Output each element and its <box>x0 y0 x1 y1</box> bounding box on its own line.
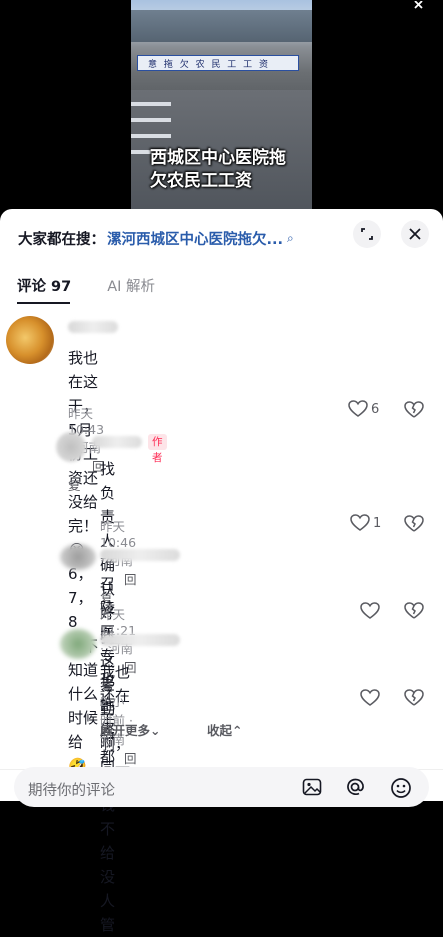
image-icon[interactable] <box>302 778 322 800</box>
broken-heart-icon <box>404 515 424 532</box>
search-icon: ⌕ <box>287 230 294 245</box>
like-button[interactable]: 1 <box>350 514 381 532</box>
close-button[interactable] <box>401 220 429 248</box>
dislike-button[interactable] <box>404 602 424 624</box>
fullscreen-button[interactable] <box>353 220 381 248</box>
like-button[interactable]: 6 <box>348 400 379 418</box>
comment-input-placeholder: 期待你的评论 <box>28 783 115 799</box>
author-badge: 作者 <box>148 434 167 464</box>
emoji-icon[interactable] <box>390 777 412 803</box>
tab-underline <box>17 302 70 304</box>
video-banner-text: 意 拖 欠 农 民 工 工 资 <box>148 60 271 70</box>
video-banner: 意 拖 欠 农 民 工 工 资 <box>137 55 299 71</box>
tab-ai-analysis[interactable]: AI 解析 <box>107 275 155 296</box>
heart-icon <box>348 400 368 417</box>
video-close-icon[interactable] <box>413 0 427 15</box>
video-caption: 西城区中心医院拖欠农民工工资 <box>150 148 286 191</box>
dislike-button[interactable] <box>404 401 424 423</box>
username-blurred[interactable] <box>100 549 180 561</box>
search-prefix: 大家都在搜： <box>18 231 105 248</box>
dislike-button[interactable] <box>404 689 424 711</box>
video-building <box>131 10 312 42</box>
comment-time: 昨天 11:21 · 河南 <box>100 607 137 656</box>
broken-heart-icon <box>404 602 424 619</box>
mention-icon[interactable] <box>345 777 365 801</box>
heart-icon <box>360 602 380 619</box>
search-query-link[interactable]: 漯河西城区中心医院拖欠... <box>107 228 283 249</box>
like-count: 6 <box>371 401 380 417</box>
comment-sheet: 大家都在搜： 漯河西城区中心医院拖欠... ⌕ 评论 97 AI 解析 我也在这… <box>0 209 443 934</box>
heart-icon <box>350 514 370 531</box>
avatar[interactable] <box>60 629 96 659</box>
expand-icon <box>361 228 373 240</box>
comment-input-bar: 期待你的评论 <box>0 767 443 807</box>
heart-icon <box>360 689 380 706</box>
comment-tabs: 评论 97 AI 解析 <box>17 275 155 296</box>
dislike-button[interactable] <box>404 515 424 537</box>
username-blurred[interactable] <box>68 321 118 333</box>
avatar[interactable] <box>56 432 86 462</box>
expand-more-button[interactable]: 展开更多⌄ <box>100 720 160 739</box>
username-blurred[interactable] <box>92 436 142 448</box>
broken-heart-icon <box>404 689 424 706</box>
comment-input[interactable]: 期待你的评论 <box>14 767 429 807</box>
search-suggestion[interactable]: 大家都在搜： 漯河西城区中心医院拖欠... ⌕ <box>18 226 294 250</box>
avatar[interactable] <box>6 316 54 364</box>
video-player[interactable]: 意 拖 欠 农 民 工 工 资 西城区中心医院拖欠农民工工资 <box>0 0 443 212</box>
collapse-button[interactable]: 收起⌃ <box>207 720 242 739</box>
like-button[interactable] <box>360 602 380 620</box>
avatar[interactable] <box>60 544 96 570</box>
like-count: 1 <box>373 515 382 531</box>
broken-heart-icon <box>404 401 424 418</box>
tab-comments[interactable]: 评论 97 <box>17 275 71 296</box>
username-blurred[interactable] <box>100 634 180 646</box>
like-button[interactable] <box>360 689 380 707</box>
close-icon <box>409 228 421 240</box>
